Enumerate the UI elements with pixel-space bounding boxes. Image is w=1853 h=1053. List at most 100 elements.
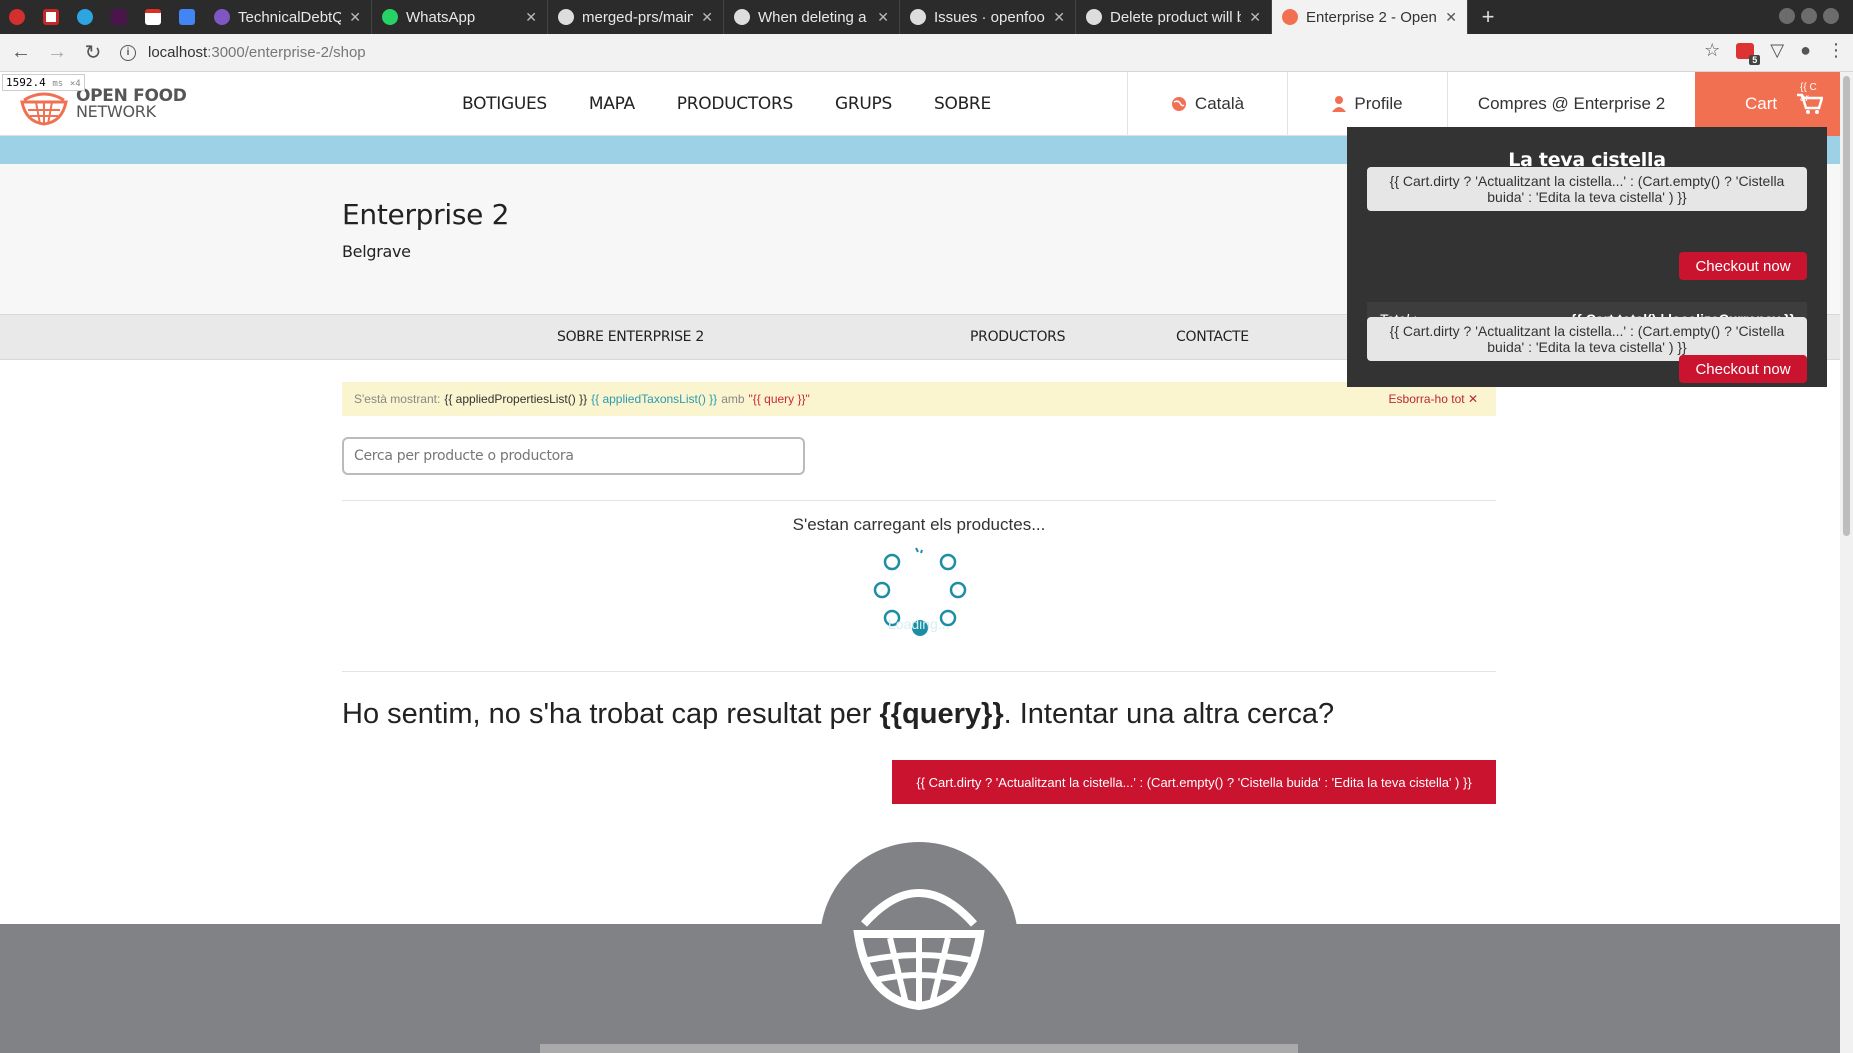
slack-icon [111, 9, 127, 25]
clear-all-label: Esborra-ho tot [1388, 392, 1465, 406]
tab-productors[interactable]: PRODUCTORS [970, 315, 1065, 359]
tab-merged-prs[interactable]: merged-prs/main.go ✕ [548, 0, 724, 34]
pinned-tab-3[interactable] [68, 0, 102, 34]
pinned-tab-5[interactable] [136, 0, 170, 34]
github-icon [1086, 9, 1102, 25]
github-icon [734, 9, 750, 25]
extension-icon[interactable]: 5 [1736, 42, 1761, 65]
menu-item-grups[interactable]: GRUPS [835, 94, 892, 114]
cart-count-overflow: {{ Car [1800, 82, 1817, 104]
product-search-input[interactable] [342, 437, 805, 475]
arrow-left-icon: ← [11, 41, 31, 63]
globe-icon [1171, 96, 1187, 112]
pinned-tab-1[interactable] [0, 0, 34, 34]
menu-item-botigues[interactable]: BOTIGUES [462, 94, 547, 114]
language-selector[interactable]: Català [1127, 72, 1287, 136]
browser-nav-bar: ← → ↻ i localhost:3000/enterprise-2/shop… [0, 34, 1853, 72]
divider [342, 500, 1496, 501]
language-label: Català [1194, 94, 1245, 113]
tab-label: Issues · openfoodfou [934, 8, 1045, 26]
tab-label: WhatsApp [406, 8, 476, 26]
edit-cart-button[interactable]: {{ Cart.dirty ? 'Actualitzant la cistell… [892, 760, 1496, 804]
perf-unit: ms [52, 79, 64, 89]
profile-avatar-icon[interactable]: ● [1800, 40, 1811, 61]
tab-label: When deleting a proc [758, 8, 869, 26]
no-results-query: {{query}} [879, 698, 1004, 730]
tab-enterprise-2[interactable]: Enterprise 2 - Open F ✕ [1272, 0, 1468, 34]
edit-cart-pill-top[interactable]: {{ Cart.dirty ? 'Actualitzant la cistell… [1367, 167, 1807, 211]
arrow-right-icon: → [47, 41, 67, 63]
close-icon[interactable]: ✕ [1053, 9, 1065, 26]
applied-filters-bar: S'està mostrant: {{ appliedPropertiesLis… [342, 382, 1496, 416]
telegram-icon [77, 9, 93, 25]
loading-spinner-icon [873, 547, 967, 636]
filter-prefix: S'està mostrant: [354, 392, 441, 406]
menu-item-productors[interactable]: PRODUCTORS [677, 94, 794, 114]
tab-whatsapp[interactable]: WhatsApp ✕ [372, 0, 548, 34]
enterprise-location: Belgrave [342, 242, 411, 261]
scrollbar-thumb[interactable] [1843, 76, 1850, 536]
tab-when-deleting[interactable]: When deleting a proc ✕ [724, 0, 900, 34]
maximize-button[interactable] [1801, 8, 1817, 24]
checkout-now-button-top[interactable]: Checkout now [1679, 252, 1807, 280]
tab-issues[interactable]: Issues · openfoodfou ✕ [900, 0, 1076, 34]
new-tab-button[interactable]: + [1468, 0, 1508, 34]
loading-message: S'estan carregant els productes... [792, 515, 1046, 534]
github-icon [558, 9, 574, 25]
filter-properties: {{ appliedPropertiesList() }} [444, 392, 588, 406]
minimize-button[interactable] [1779, 8, 1795, 24]
tab-label: TechnicalDebtQuadra [238, 8, 342, 26]
checkout-now-button-bottom[interactable]: Checkout now [1679, 355, 1807, 383]
tab-sobre-enterprise[interactable]: SOBRE ENTERPRISE 2 [557, 315, 704, 359]
shopping-at-label: Compres @ Enterprise 2 [1477, 94, 1666, 113]
divider [342, 671, 1496, 672]
close-icon[interactable]: ✕ [701, 9, 713, 26]
tab-contacte[interactable]: CONTACTE [1176, 315, 1249, 359]
address-bar[interactable]: i localhost:3000/enterprise-2/shop [120, 38, 1680, 68]
plus-icon: + [1481, 4, 1495, 29]
close-icon[interactable]: ✕ [1445, 9, 1457, 26]
menu-item-sobre[interactable]: SOBRE [934, 94, 991, 114]
pinned-tab-4[interactable] [102, 0, 136, 34]
no-results-suffix: . Intentar una altra cerca? [1003, 698, 1335, 730]
star-icon[interactable]: ☆ [1704, 40, 1720, 61]
page-scrollbar[interactable] [1840, 72, 1853, 1053]
pocket-icon[interactable]: ▽ [1770, 40, 1784, 61]
pinned-tab-2[interactable] [34, 0, 68, 34]
gmail-icon [145, 9, 161, 25]
url-host: localhost [148, 44, 208, 61]
filter-query: "{{ query }}" [748, 392, 810, 406]
back-button[interactable]: ← [6, 38, 36, 68]
browser-tab-bar: TechnicalDebtQuadra ✕ WhatsApp ✕ merged-pr… [0, 0, 1853, 34]
clear-all-filters[interactable]: Esborra-ho tot ✕ [1389, 392, 1478, 406]
no-results-message: Ho sentim, no s'ha trobat cap resultat p… [342, 698, 1334, 731]
tab-label: merged-prs/main.go [582, 8, 693, 26]
pinned-tab-6[interactable] [170, 0, 204, 34]
close-icon[interactable]: ✕ [877, 9, 889, 26]
reload-icon: ↻ [84, 42, 102, 64]
menu-item-mapa[interactable]: MAPA [589, 94, 635, 114]
close-window-button[interactable] [1823, 8, 1839, 24]
url-path: :3000/enterprise-2/shop [207, 44, 366, 61]
basket-logo-icon [853, 889, 985, 1011]
close-icon[interactable]: ✕ [1249, 9, 1261, 26]
tab-delete-product[interactable]: Delete product will b ✕ [1076, 0, 1272, 34]
close-icon[interactable]: ✕ [525, 9, 537, 26]
enterprise-name: Enterprise 2 [342, 198, 510, 231]
page-viewport: 1592.4 ms ×4 OPEN FOOD NETWORK BOTIGUES M… [0, 72, 1840, 1053]
calendar-icon [179, 9, 195, 25]
trello-icon [43, 9, 59, 25]
footer-logo-badge [820, 842, 1018, 1040]
close-icon[interactable]: ✕ [349, 9, 361, 26]
profile-label: Profile [1354, 94, 1403, 113]
forward-button[interactable]: → [42, 38, 72, 68]
info-icon[interactable]: i [120, 44, 136, 61]
tab-label: Enterprise 2 - Open F [1306, 8, 1438, 26]
menu-icon[interactable]: ⋮ [1827, 40, 1845, 61]
reload-button[interactable]: ↻ [78, 38, 108, 68]
opera-icon [9, 9, 25, 25]
filter-amb: amb [721, 392, 745, 406]
github-icon [910, 9, 926, 25]
filter-taxons: {{ appliedTaxonsList() }} [591, 392, 718, 406]
tab-technical-debt[interactable]: TechnicalDebtQuadra ✕ [204, 0, 372, 34]
